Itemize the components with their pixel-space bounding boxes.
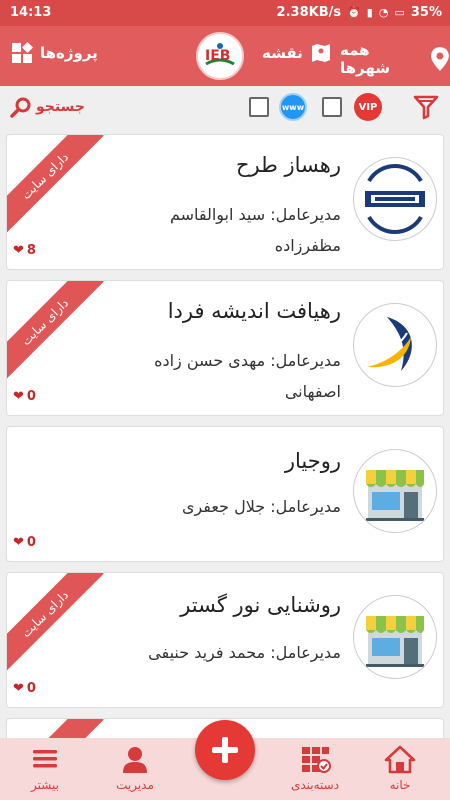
user-icon bbox=[123, 747, 147, 773]
company-logo bbox=[353, 449, 437, 533]
has-website-ribbon: دارای سایت bbox=[7, 135, 104, 235]
location-pin-icon bbox=[431, 47, 450, 71]
listing-list: دارای سایت رهساز طرح مدیرعامل: سید ابوال… bbox=[0, 130, 450, 740]
manager-name: مدیرعامل: محمد فرید حنیفی bbox=[148, 643, 341, 662]
manager-name: مدیرعامل: جلال جعفری bbox=[181, 497, 341, 516]
www-icon: www bbox=[279, 93, 307, 121]
like-button[interactable]: ❤ 0 bbox=[13, 389, 36, 404]
projects-icon bbox=[12, 42, 33, 63]
search-icon bbox=[10, 97, 31, 118]
has-website-ribbon: دارای سایت bbox=[7, 573, 104, 673]
nav-management[interactable]: مدیریت bbox=[100, 744, 170, 792]
rahyaft-logo bbox=[367, 317, 412, 371]
company-logo bbox=[353, 595, 437, 679]
nav-more-label: بیشتر bbox=[31, 778, 59, 792]
company-logo bbox=[353, 157, 437, 241]
website-filter-checkbox[interactable] bbox=[249, 97, 269, 117]
company-name: روجیار bbox=[284, 449, 341, 473]
all-cities-label: همه شهرها bbox=[340, 41, 391, 77]
menu-icon bbox=[33, 750, 57, 768]
vip-filter-checkbox[interactable] bbox=[322, 97, 342, 117]
like-button[interactable]: ❤ 0 bbox=[13, 681, 36, 696]
battery-icon: ▭ bbox=[394, 6, 405, 19]
search-button[interactable]: جستجو bbox=[10, 96, 85, 118]
listing-card[interactable]: دارای سایت روشنایی نور گستر مدیرعامل: مح… bbox=[6, 572, 444, 708]
listing-card[interactable]: دارای سایت رهساز طرح مدیرعامل: سید ابوال… bbox=[6, 134, 444, 270]
nav-more[interactable]: بیشتر bbox=[10, 744, 80, 792]
all-cities-button[interactable]: همه شهرها bbox=[340, 41, 450, 77]
filter-icon bbox=[413, 95, 439, 120]
map-label: نقشه bbox=[262, 44, 303, 62]
like-count: 0 bbox=[26, 389, 36, 404]
heart-icon: ❤ bbox=[13, 535, 24, 550]
alarm-icon: ⏰ bbox=[347, 6, 361, 19]
company-name: رهیافت اندیشه فردا bbox=[167, 299, 341, 323]
filter-bar: جستجو www VIP bbox=[0, 86, 450, 130]
status-indicators: 2.38KB/s ⏰ ▮ ◔ ▭ 35% bbox=[277, 5, 442, 20]
shop-icon bbox=[366, 616, 424, 667]
categories-icon bbox=[302, 747, 331, 773]
has-website-ribbon: دارای سایت bbox=[7, 281, 104, 381]
listing-card[interactable]: دارای سایت رهیافت اندیشه فردا مدیرعامل: … bbox=[6, 280, 444, 416]
like-count: 0 bbox=[26, 681, 36, 696]
heart-icon: ❤ bbox=[13, 389, 24, 404]
add-button[interactable] bbox=[195, 720, 255, 780]
has-website-ribbon: دارای سایت bbox=[7, 719, 104, 740]
map-icon bbox=[311, 44, 330, 62]
search-label: جستجو bbox=[36, 99, 85, 115]
projects-button[interactable]: پروژه‌ها bbox=[10, 41, 98, 65]
company-name: رهساز طرح bbox=[235, 153, 341, 177]
app-logo[interactable]: IEB bbox=[196, 32, 244, 80]
status-time: 14:13 bbox=[10, 5, 52, 20]
vip-icon: VIP bbox=[354, 93, 382, 121]
status-bar: 14:13 2.38KB/s ⏰ ▮ ◔ ▭ 35% bbox=[0, 0, 450, 26]
app-bar: پروژه‌ها IEB نقشه همه شهرها bbox=[0, 26, 450, 86]
rahsaz-tarh-logo bbox=[365, 163, 425, 235]
projects-label: پروژه‌ها bbox=[40, 44, 98, 62]
listing-card[interactable]: روجیار مدیرعامل: جلال جعفری ❤ 0 bbox=[6, 426, 444, 562]
like-button[interactable]: ❤ 0 bbox=[13, 535, 36, 550]
nav-home-label: خانه bbox=[389, 778, 411, 792]
home-icon bbox=[384, 745, 416, 774]
nav-categories-label: دسته‌بندی bbox=[290, 778, 340, 792]
like-count: 8 bbox=[26, 243, 36, 258]
nav-categories[interactable]: دسته‌بندی bbox=[280, 744, 350, 792]
network-speed: 2.38KB/s bbox=[276, 5, 342, 20]
company-name: روشنایی نور گستر bbox=[180, 593, 341, 617]
ieb-logo: IEB bbox=[205, 43, 235, 66]
battery-level: 35% bbox=[410, 5, 442, 20]
nav-management-label: مدیریت bbox=[116, 778, 154, 792]
signal-icon: ▮ bbox=[366, 6, 373, 19]
plus-icon bbox=[212, 737, 238, 763]
company-logo bbox=[353, 303, 437, 387]
like-button[interactable]: ❤ 8 bbox=[13, 243, 36, 258]
wifi-icon: ◔ bbox=[378, 6, 389, 19]
manager-name: مدیرعامل: سید ابوالقاسم مظفرزاده bbox=[169, 205, 341, 255]
map-button[interactable]: نقشه bbox=[262, 41, 333, 65]
heart-icon: ❤ bbox=[13, 243, 24, 258]
shop-icon bbox=[366, 470, 424, 521]
like-count: 0 bbox=[26, 535, 36, 550]
manager-name: مدیرعامل: مهدی حسن زاده اصفهانی bbox=[154, 351, 341, 401]
nav-home[interactable]: خانه bbox=[365, 744, 435, 792]
filter-button[interactable] bbox=[413, 94, 439, 124]
heart-icon: ❤ bbox=[13, 681, 24, 696]
